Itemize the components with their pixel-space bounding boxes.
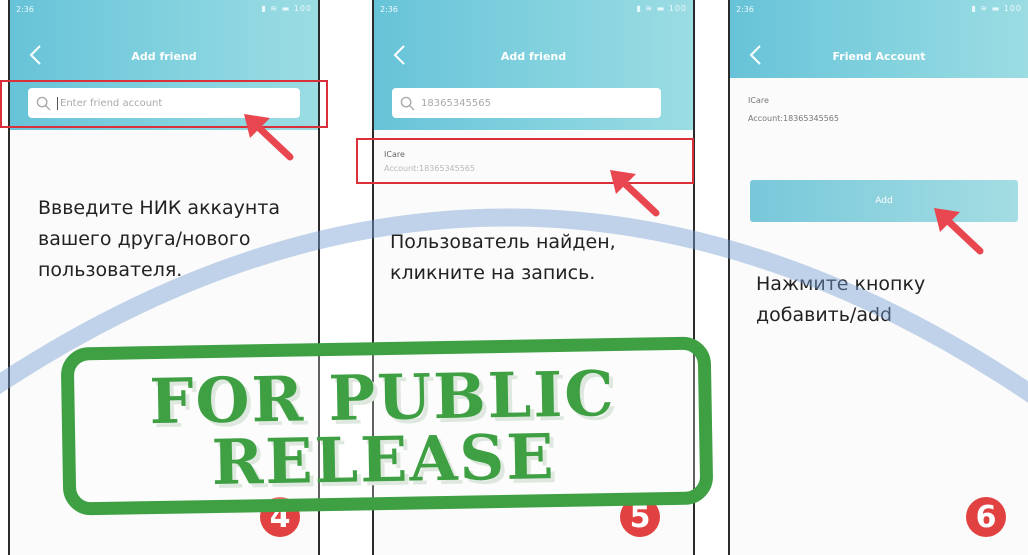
account-name: ICare bbox=[748, 96, 769, 105]
instruction-text: Пользователь найден, кликните на запись. bbox=[390, 231, 616, 284]
instruction-text: Нажмите кнопку добавить/add bbox=[756, 273, 926, 326]
pointer-arrow-icon bbox=[934, 208, 984, 255]
status-bar: 2:36 ▮ ≋ ▬ 100 bbox=[10, 0, 318, 20]
account-number: Account:18365345565 bbox=[748, 114, 839, 123]
page-title: Add friend bbox=[500, 50, 567, 63]
stamp-text-graphic: FOR PUBLIC FOR PUBLIC RELEASE RELEASE bbox=[149, 357, 620, 502]
page-title: Friend Account bbox=[832, 50, 926, 63]
status-bar: 2:36 ▮ ≋ ▬ 100 bbox=[374, 0, 693, 20]
instruction-text: Ввведите НИК аккаунта вашего друга/новог… bbox=[38, 197, 281, 281]
status-time: 2:36 bbox=[736, 5, 754, 14]
status-bar: 2:36 ▮ ≋ ▬ 100 bbox=[730, 0, 1028, 20]
search-input[interactable]: 18365345565 bbox=[392, 88, 661, 118]
search-icon bbox=[400, 96, 415, 111]
status-icons: ▮ ≋ ▬ 100 bbox=[636, 4, 687, 13]
phone-screen-step-6: 2:36 ▮ ≋ ▬ 100 Friend Account ICare Acco… bbox=[728, 0, 1028, 555]
status-icons: ▮ ≋ ▬ 100 bbox=[971, 4, 1022, 13]
step-number-badge: 6 bbox=[966, 497, 1006, 537]
status-time: 2:36 bbox=[16, 5, 34, 14]
search-value: 18365345565 bbox=[421, 97, 491, 109]
stamp-line-2: RELEASE bbox=[211, 420, 556, 499]
pointer-arrow-icon bbox=[610, 170, 660, 217]
app-header: 2:36 ▮ ≋ ▬ 100 Friend Account bbox=[730, 0, 1028, 78]
app-header: 2:36 ▮ ≋ ▬ 100 Add friend 18365345565 bbox=[374, 0, 693, 130]
status-time: 2:36 bbox=[380, 5, 398, 14]
page-title: Add friend bbox=[131, 50, 197, 63]
public-release-stamp: FOR PUBLIC FOR PUBLIC RELEASE RELEASE bbox=[60, 336, 714, 516]
pointer-arrow-icon bbox=[244, 114, 294, 161]
status-icons: ▮ ≋ ▬ 100 bbox=[261, 4, 312, 13]
friend-account-info: ICare Account:18365345565 bbox=[748, 92, 839, 128]
